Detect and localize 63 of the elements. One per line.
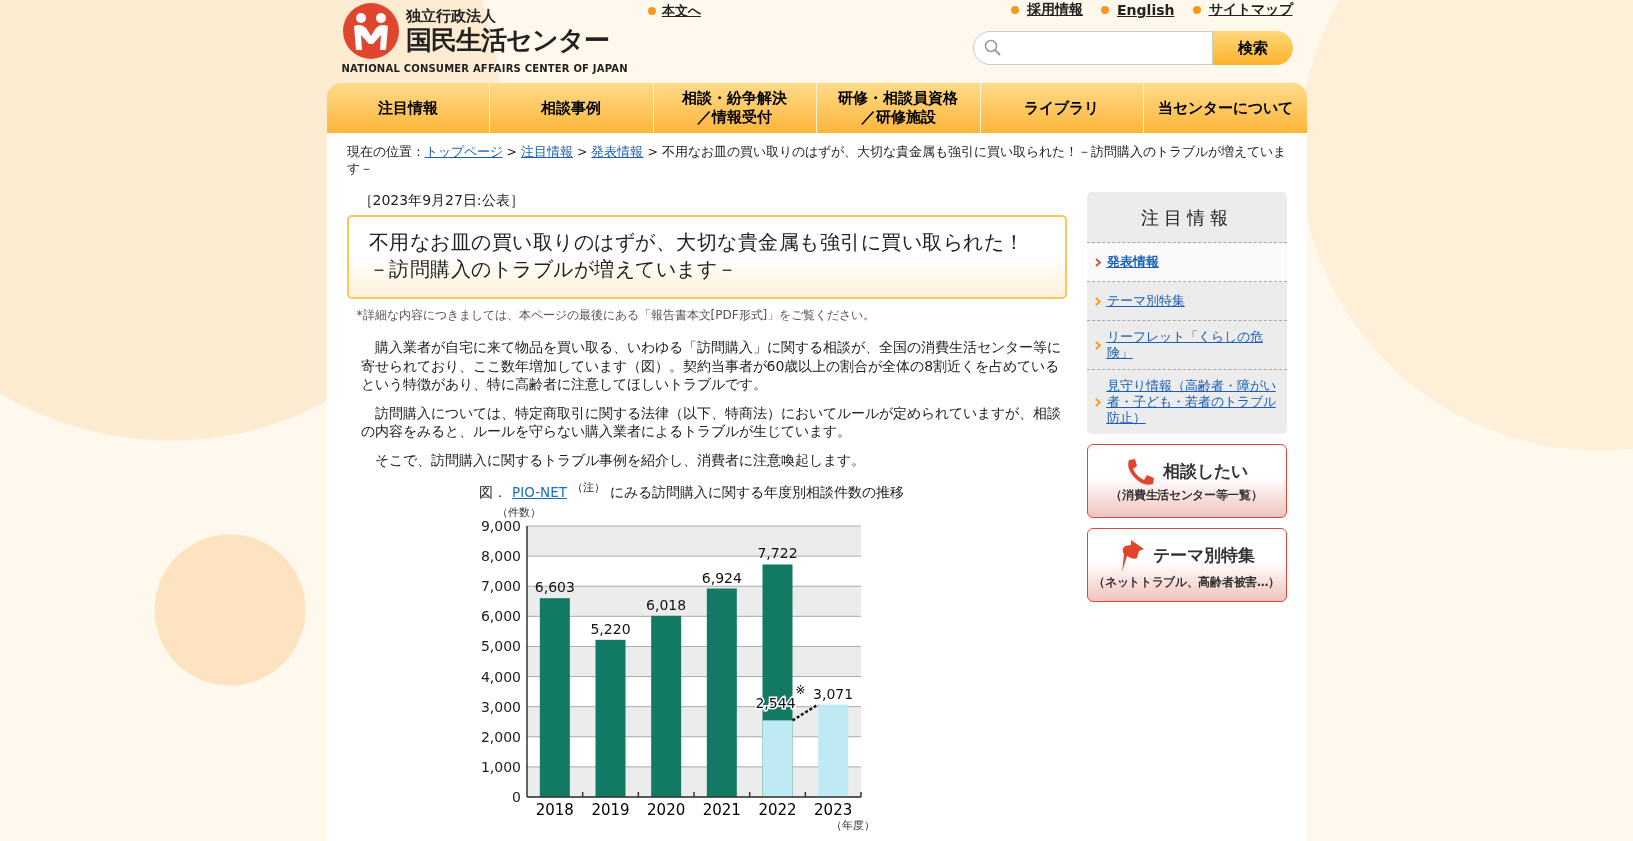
pdf-note: *詳細な内容につきましては、本ページの最後にある「報告書本文[PDF形式]」をご覧ください。 bbox=[356, 307, 877, 324]
y-tick-label: 5,000 bbox=[480, 638, 521, 655]
y-axis-label: （件数） bbox=[496, 506, 541, 519]
logo-icon bbox=[341, 2, 400, 60]
x-tick-label: 2022 bbox=[757, 801, 797, 819]
x-tick-label: 2021 bbox=[702, 801, 741, 819]
value-label: 5,220 bbox=[589, 620, 631, 637]
banner-link[interactable]: 相談したい （消費生活センター等一覧） bbox=[1086, 444, 1287, 518]
nav-tab[interactable]: 注目情報 bbox=[326, 83, 490, 133]
value-label: 7,722 bbox=[756, 545, 798, 562]
chevron-icon bbox=[1094, 257, 1101, 267]
pio-net-link[interactable]: PIO-NET bbox=[512, 484, 567, 500]
nav-tab[interactable]: ライブラリ bbox=[980, 83, 1144, 133]
logo-kicker: 独立行政法人 bbox=[405, 7, 497, 25]
breadcrumb-link[interactable]: トップページ bbox=[424, 144, 503, 159]
value-label: 3,071 bbox=[812, 685, 853, 702]
breadcrumb-link[interactable]: 注目情報 bbox=[520, 144, 573, 159]
chevron-icon bbox=[1094, 340, 1101, 350]
breadcrumb: 現在の位置：トップページ > 注目情報 > 発表情報 > 不用なお皿の買い取りのはずが、大切な貴金属も強引に買い取られた！－訪問購入のトラブルが増えています－ bbox=[346, 143, 1287, 177]
value-label: 6,603 bbox=[534, 579, 575, 596]
nav-tab[interactable]: 相談事例 bbox=[490, 83, 654, 133]
x-tick-label: 2018 bbox=[535, 801, 574, 819]
y-tick-label: 7,000 bbox=[480, 578, 521, 595]
phone-icon bbox=[1125, 457, 1155, 486]
logo-name: 国民生活センター bbox=[405, 25, 609, 55]
x-axis-label: （年度） bbox=[830, 819, 875, 832]
body-paragraph: 訪問購入については、特定商取引に関する法律（以下、特商法）においてルールが定められていますが、相談の内容をみると、ルールを守らない購入業者によるトラブルが生じています。 bbox=[360, 403, 1062, 441]
y-tick-label: 8,000 bbox=[480, 548, 521, 565]
note-mark: （注） bbox=[571, 480, 605, 495]
value-label: 6,924 bbox=[701, 569, 742, 586]
header-link[interactable]: English bbox=[1101, 1, 1175, 19]
figure-prefix: 図． bbox=[479, 484, 508, 502]
search-icon bbox=[983, 39, 1002, 57]
article-title: 不用なお皿の買い取りのはずが、大切な貴金属も強引に買い取られた！－訪問購入のトラブルが増えています－ bbox=[346, 215, 1067, 299]
x-tick-label: 2019 bbox=[590, 801, 630, 819]
search-field[interactable] bbox=[972, 31, 1213, 65]
nav-tab[interactable]: 研修・相談員資格 ／研修施設 bbox=[817, 83, 981, 133]
figure-caption: にみる訪問購入に関する年度別相談件数の推移 bbox=[609, 484, 904, 502]
logo-english-name: NATIONAL CONSUMER AFFAIRS CENTER OF JAPAN bbox=[341, 63, 628, 74]
y-tick-label: 0 bbox=[511, 789, 521, 805]
y-tick-label: 2,000 bbox=[480, 728, 521, 745]
y-tick-label: 6,000 bbox=[480, 608, 521, 625]
y-tick-label: 3,000 bbox=[480, 698, 521, 715]
nav-tab[interactable]: 当センターについて bbox=[1144, 83, 1307, 133]
x-tick-label: 2023 bbox=[813, 801, 852, 819]
skip-to-content-link[interactable]: 本文へ bbox=[647, 3, 701, 19]
header-link[interactable]: サイトマップ bbox=[1192, 1, 1293, 19]
body-paragraph: そこで、訪問購入に関するトラブル事例を紹介し、消費者に注意喚起します。 bbox=[373, 450, 866, 469]
y-tick-label: 1,000 bbox=[480, 758, 521, 775]
annotation-mark: ※ bbox=[794, 683, 806, 698]
body-paragraph: 購入業者が自宅に来て物品を買い取る、いわゆる「訪問購入」に関する相談が、全国の消費生活センター等に寄せられており、ここ数年増加しています（図）。契約当事者が60歳以上の割合が全体の8割近くを占めているという特徴があり、特に高齢者に注意してほしいトラブルです。 bbox=[360, 338, 1062, 394]
y-tick-label: 4,000 bbox=[480, 668, 521, 685]
breadcrumb-link[interactable]: 発表情報 bbox=[591, 144, 644, 159]
chevron-icon bbox=[1094, 397, 1101, 407]
header-link[interactable]: 採用情報 bbox=[1011, 1, 1084, 19]
banner-link[interactable]: テーマ別特集 （ネットトラブル、高齢者被害…） bbox=[1086, 528, 1287, 602]
nav-tab[interactable]: 相談・紛争解決 ／情報受付 bbox=[653, 83, 817, 133]
y-tick-label: 9,000 bbox=[480, 518, 521, 534]
value-label: 6,018 bbox=[645, 596, 686, 613]
chevron-icon bbox=[1094, 296, 1101, 306]
search-button[interactable]: 検索 bbox=[1212, 31, 1293, 65]
publish-date: ［2023年9月27日:公表］ bbox=[357, 192, 525, 210]
x-tick-label: 2020 bbox=[646, 801, 685, 819]
